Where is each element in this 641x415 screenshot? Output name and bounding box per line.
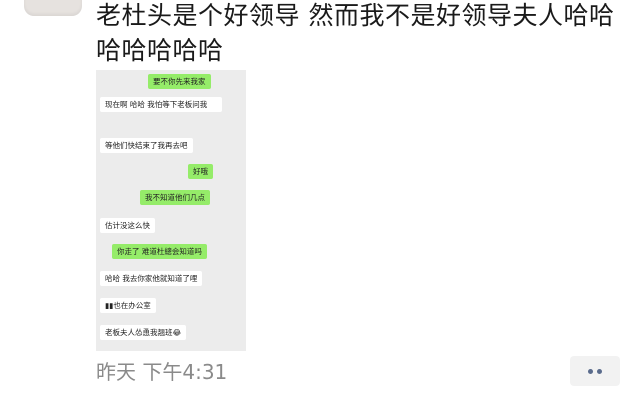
chat-bubble: 我不知道他们几点: [140, 190, 210, 205]
chat-bubble: 好哦: [188, 164, 213, 179]
chat-bubble: 老板夫人怂恿我翘班😂: [100, 325, 187, 340]
chat-bubble: ▮▮也在办公室: [100, 298, 156, 313]
post-text: 老杜头是个好领导 然而我不是好领导夫人哈哈哈哈哈哈哈: [96, 1, 615, 65]
more-button[interactable]: [570, 356, 620, 386]
chat-bubble: 估计没这么快: [100, 218, 155, 233]
chat-bubble: 哈哈 我去你家他就知道了哩: [100, 271, 203, 286]
post-image[interactable]: 要不你先来我家 现在啊 哈哈 我怕等下老板问我 等他们快结束了我再去吧 好哦 我…: [96, 70, 246, 351]
more-dots-icon: [597, 368, 602, 374]
chat-screenshot: 要不你先来我家 现在啊 哈哈 我怕等下老板问我 等他们快结束了我再去吧 好哦 我…: [96, 70, 246, 351]
avatar[interactable]: [24, 0, 82, 16]
post-timestamp: 昨天 下午4:31: [96, 360, 228, 384]
chat-bubble: 你走了 难道杜總会知道吗: [112, 244, 207, 259]
more-dots-icon: [588, 368, 593, 374]
chat-bubble: 等他们快结束了我再去吧: [100, 138, 193, 153]
chat-bubble: 要不你先来我家: [148, 74, 211, 89]
chat-bubble: 现在啊 哈哈 我怕等下老板问我: [100, 97, 222, 112]
